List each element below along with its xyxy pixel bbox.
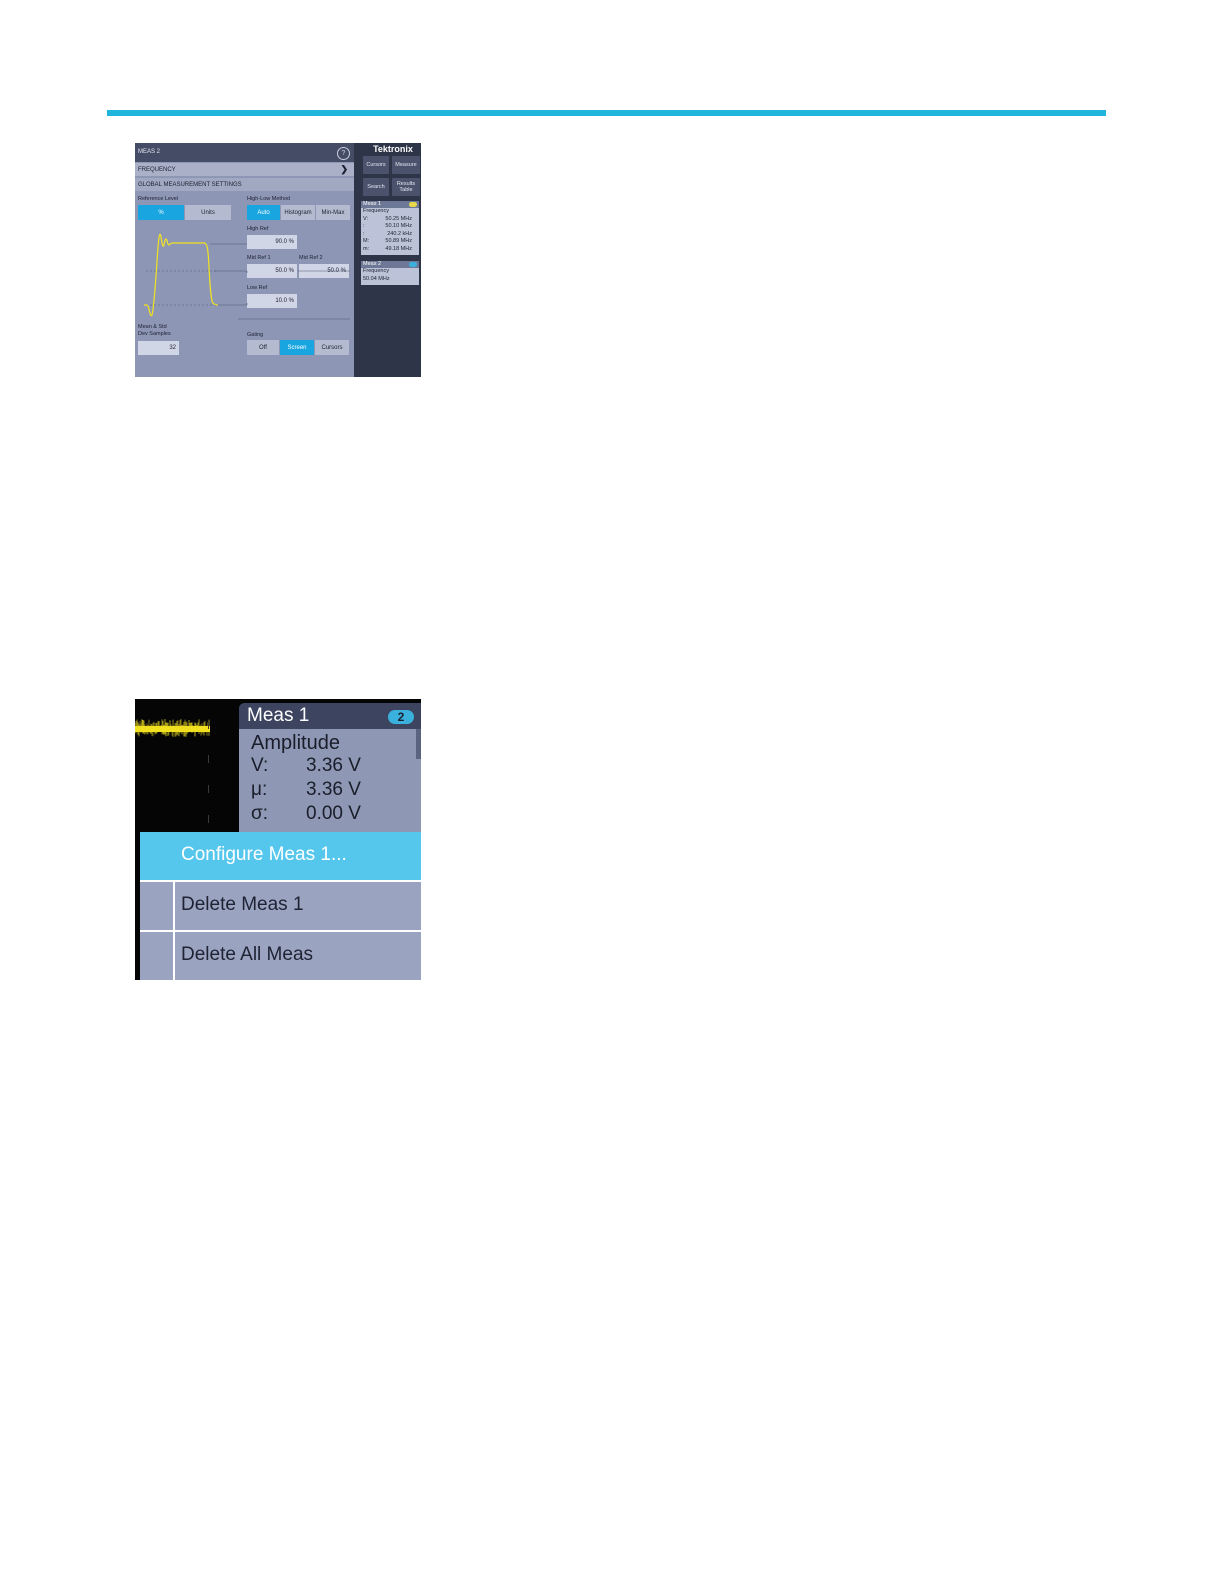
header-rule	[107, 110, 1106, 116]
menu-item-configure-meas[interactable]: Configure Meas 1...	[140, 832, 421, 880]
meas2-result-header: Meas 2	[361, 261, 419, 268]
meas1-result-header: Meas 1	[361, 201, 419, 208]
results-table-button[interactable]: Results Table	[392, 178, 420, 196]
help-icon[interactable]: ?	[337, 147, 350, 160]
reference-level-toggle: % Units	[138, 205, 232, 220]
panel-header: MEAS 2 ?	[135, 143, 354, 162]
measurement-type-label: FREQUENCY	[138, 167, 176, 173]
reference-level-percent-button[interactable]: %	[138, 205, 185, 220]
measurement-config-screenshot: MEAS 2 ? FREQUENCY ❯ GLOBAL MEASUREMENT …	[135, 143, 421, 377]
meas1-stat-row: :50.10 MHz	[363, 223, 412, 229]
menu-item-delete-meas[interactable]: Delete Meas 1	[140, 882, 421, 930]
panel-title: MEAS 2	[138, 149, 161, 155]
meas1-card-header: Meas 1 2	[239, 703, 421, 729]
reference-level-units-button[interactable]: Units	[185, 205, 232, 220]
gating-screen-button[interactable]: Screen	[280, 340, 315, 355]
meas1-result-badge[interactable]: Meas 1 Frequency V: 50.25 MHz :50.10 MHz …	[361, 201, 419, 255]
method-min-max-button[interactable]: Min-Max	[316, 205, 350, 220]
gating-cursors-button[interactable]: Cursors	[315, 340, 349, 355]
high-low-method-label: High-Low Method	[247, 196, 291, 202]
reference-level-label: Reference Level	[138, 196, 179, 202]
card-stat-row: μ: 3.36 V	[251, 779, 361, 800]
source-channel-badge: 2	[388, 710, 414, 724]
meas2-result-value: 50.04 MHz	[363, 275, 390, 282]
meas-config-panel: MEAS 2 ? FREQUENCY ❯ GLOBAL MEASUREMENT …	[135, 143, 354, 377]
chevron-right-icon: ❯	[340, 164, 348, 174]
meas1-stat-row: M: 50.89 MHz	[363, 238, 412, 244]
meas1-card-title: Meas 1	[247, 705, 310, 726]
gating-toggle: Off Screen Cursors	[247, 340, 349, 355]
method-histogram-button[interactable]: Histogram	[281, 205, 316, 220]
mean-std-label-line2: Dev Samples	[138, 331, 171, 337]
meas1-stat-row: :240.2 kHz	[363, 230, 412, 237]
high-low-method-toggle: Auto Histogram Min-Max	[247, 205, 350, 220]
cursors-button[interactable]: Cursors	[363, 156, 389, 174]
global-settings-label: GLOBAL MEASUREMENT SETTINGS	[138, 182, 242, 188]
menu-item-delete-all-meas[interactable]: Delete All Meas	[140, 932, 421, 980]
gating-off-button[interactable]: Off	[247, 340, 280, 355]
measurement-context-menu-screenshot: Meas 1 2 Amplitude V: 3.36 V μ: 3.36 V σ: 0…	[135, 699, 421, 980]
meas1-result-card[interactable]: Meas 1 2 Amplitude V: 3.36 V μ: 3.36 V σ: 0…	[239, 703, 421, 838]
gating-label: Gating	[247, 332, 264, 338]
reference-level-waveform-diagram	[144, 233, 350, 320]
measure-button[interactable]: Measure	[392, 156, 420, 174]
global-settings-header[interactable]: GLOBAL MEASUREMENT SETTINGS	[135, 178, 354, 191]
meas1-result-title: Meas 1	[363, 201, 382, 207]
results-table-label-line2: Table	[399, 187, 413, 193]
card-scrollbar[interactable]	[416, 729, 421, 759]
meas2-result-type: Frequency	[363, 268, 389, 274]
method-auto-button[interactable]: Auto	[247, 205, 281, 220]
meas1-result-type: Frequency	[363, 208, 389, 214]
card-stat-row: V: 3.36 V	[251, 755, 361, 776]
meas1-source-indicator	[409, 202, 417, 207]
tektronix-logo: Tektronix	[373, 144, 413, 154]
meas1-stat-row: m: 49.18 MHz	[363, 245, 412, 252]
mean-std-samples-field[interactable]: 32	[138, 341, 179, 355]
meas1-card-type: Amplitude	[251, 732, 340, 754]
meas2-result-title: Meas 2	[363, 261, 382, 267]
meas2-source-indicator	[409, 262, 417, 267]
meas2-result-badge[interactable]: Meas 2 Frequency 50.04 MHz	[361, 261, 419, 285]
pulse-waveform	[144, 233, 219, 317]
measurement-context-menu: Configure Meas 1... Delete Meas 1 Delete…	[140, 832, 421, 980]
mean-std-label-line1: Mean & Std	[138, 324, 167, 330]
meas1-stat-row: V: 50.25 MHz	[363, 215, 412, 222]
trace-core	[135, 726, 210, 732]
measurement-type-row[interactable]: FREQUENCY ❯	[135, 163, 354, 176]
card-stat-row: σ: 0.00 V	[251, 803, 361, 824]
search-button[interactable]: Search	[363, 178, 389, 196]
waveform-trace	[135, 719, 210, 737]
